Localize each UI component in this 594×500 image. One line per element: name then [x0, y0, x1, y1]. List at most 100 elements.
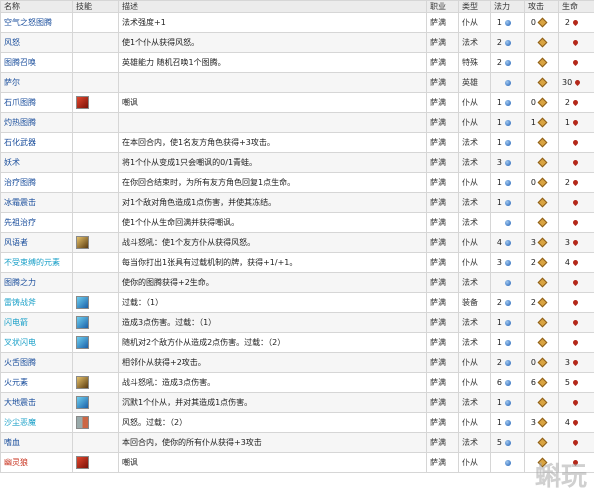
watermark: 蝌玩	[534, 461, 587, 492]
skill-icon	[76, 316, 89, 329]
card-name-link[interactable]: 萨尔	[0, 72, 73, 93]
card-class: 萨满	[426, 112, 459, 133]
card-name-link[interactable]: 先祖治疗	[0, 212, 73, 233]
table-row[interactable]: 空气之怒图腾 法术强度+1 萨满 仆从 1 0 2	[0, 12, 594, 33]
mana-cell: 1	[490, 192, 525, 213]
mana-value: 1	[496, 98, 502, 107]
table-row[interactable]: 石化武器 在本回合内，使1名友方角色获得+3攻击。 萨满 法术 1	[0, 132, 594, 153]
card-name-link[interactable]: 风语者	[0, 232, 73, 253]
card-name-link[interactable]: 闪电箭	[0, 312, 73, 333]
mana-crystal-icon	[505, 199, 511, 206]
health-drop-icon	[571, 318, 580, 327]
card-description	[118, 112, 427, 133]
hp-cell	[558, 152, 594, 173]
table-row[interactable]: 冰霜震击 对1个敌对角色造成1点伤害，并使其冻结。 萨满 法术 1	[0, 192, 594, 213]
health-drop-icon	[571, 138, 580, 147]
card-type: 仆从	[458, 112, 491, 133]
mana-cell: 1	[490, 112, 525, 133]
atk-value: 2	[530, 298, 536, 307]
card-type: 仆从	[458, 452, 491, 473]
table-row[interactable]: 风语者 战斗怒吼：使1个友方仆从获得风怒。 萨满 仆从 4 3 3	[0, 232, 594, 253]
card-class: 萨满	[426, 252, 459, 273]
table-row[interactable]: 治疗图腾 在你回合结束时，为所有友方角色回复1点生命。 萨满 仆从 1 0 2	[0, 172, 594, 193]
column-header[interactable]: 法力	[490, 0, 525, 13]
table-row[interactable]: 闪电箭 造成3点伤害。过载：（1） 萨满 法术 1	[0, 312, 594, 333]
card-name-link[interactable]: 沙尘恶魔	[0, 412, 73, 433]
table-row[interactable]: 火元素 战斗怒吼：造成3点伤害。 萨满 仆从 6 6 5	[0, 372, 594, 393]
health-drop-icon	[571, 198, 580, 207]
mana-cell: 1	[490, 312, 525, 333]
attack-icon	[537, 97, 548, 108]
column-header[interactable]: 生命	[558, 0, 594, 13]
table-row[interactable]: 妖术 将1个仆从变成1只会嘲讽的0/1青蛙。 萨满 法术 3	[0, 152, 594, 173]
column-header[interactable]: 名称	[0, 0, 73, 13]
mana-cell	[490, 72, 525, 93]
card-name-link[interactable]: 妖术	[0, 152, 73, 173]
health-drop-icon	[571, 118, 580, 127]
table-row[interactable]: 叉状闪电 随机对2个敌方仆从造成2点伤害。过载：（2） 萨满 法术 1	[0, 332, 594, 353]
table-row[interactable]: 火舌图腾 相邻仆从获得+2攻击。 萨满 仆从 2 0 3	[0, 352, 594, 373]
card-name-link[interactable]: 不受束缚的元素	[0, 252, 73, 273]
table-row[interactable]: 雷铸战斧 过载：（1） 萨满 装备 2 2	[0, 292, 594, 313]
card-name-link[interactable]: 嗜血	[0, 432, 73, 453]
card-description: 风怒。过载：（2）	[118, 412, 427, 433]
card-name-link[interactable]: 雷铸战斧	[0, 292, 73, 313]
mana-cell: 1	[490, 12, 525, 33]
card-description: 造成3点伤害。过载：（1）	[118, 312, 427, 333]
health-drop-icon	[571, 438, 580, 447]
table-row[interactable]: 灼热图腾 萨满 仆从 1 1 1	[0, 112, 594, 133]
card-name-link[interactable]: 大地震击	[0, 392, 73, 413]
card-description: 在本回合内，使1名友方角色获得+3攻击。	[118, 132, 427, 153]
table-row[interactable]: 石爪图腾 嘲讽 萨满 仆从 1 0 2	[0, 92, 594, 113]
card-name-link[interactable]: 治疗图腾	[0, 172, 73, 193]
card-name-link[interactable]: 幽灵狼	[0, 452, 73, 473]
card-name-link[interactable]: 火舌图腾	[0, 352, 73, 373]
column-header[interactable]: 技能	[72, 0, 119, 13]
table-row[interactable]: 嗜血 本回合内，使你的所有仆从获得+3攻击 萨满 法术 5	[0, 432, 594, 453]
card-name-link[interactable]: 火元素	[0, 372, 73, 393]
table-row[interactable]: 不受束缚的元素 每当你打出1张具有过载机制的牌，获得+1/+1。 萨满 仆从 3 2 4	[0, 252, 594, 273]
table-row[interactable]: 沙尘恶魔 风怒。过载：（2） 萨满 仆从 1 3 4	[0, 412, 594, 433]
attack-icon	[537, 177, 548, 188]
hp-cell	[558, 272, 594, 293]
table-row[interactable]: 大地震击 沉默1个仆从，并对其造成1点伤害。 萨满 法术 1	[0, 392, 594, 413]
column-header[interactable]: 职业	[426, 0, 459, 13]
card-name-link[interactable]: 石爪图腾	[0, 92, 73, 113]
column-header[interactable]: 类型	[458, 0, 491, 13]
skill-cell	[72, 232, 119, 253]
card-name-link[interactable]: 灼热图腾	[0, 112, 73, 133]
table-row[interactable]: 幽灵狼 嘲讽 萨满 仆从	[0, 452, 594, 473]
health-drop-icon	[571, 218, 580, 227]
card-type: 法术	[458, 332, 491, 353]
card-name-link[interactable]: 空气之怒图腾	[0, 12, 73, 33]
card-type: 法术	[458, 192, 491, 213]
card-name-link[interactable]: 叉状闪电	[0, 332, 73, 353]
card-name-link[interactable]: 图腾召唤	[0, 52, 73, 73]
column-header[interactable]: 描述	[118, 0, 427, 13]
table-row[interactable]: 风怒 使1个仆从获得风怒。 萨满 法术 2	[0, 32, 594, 53]
column-header[interactable]: 攻击	[524, 0, 559, 13]
card-name-link[interactable]: 风怒	[0, 32, 73, 53]
attack-icon	[537, 157, 548, 168]
card-type: 法术	[458, 132, 491, 153]
table-row[interactable]: 萨尔 萨满 英雄 30	[0, 72, 594, 93]
mana-crystal-icon	[505, 339, 511, 346]
atk-cell	[524, 152, 559, 173]
card-name-link[interactable]: 石化武器	[0, 132, 73, 153]
skill-cell	[72, 292, 119, 313]
card-name-link[interactable]: 冰霜震击	[0, 192, 73, 213]
health-drop-icon	[571, 418, 580, 427]
skill-cell	[72, 252, 119, 273]
table-row[interactable]: 图腾召唤 英雄能力 随机召唤1个图腾。 萨满 特殊 2	[0, 52, 594, 73]
card-name-link[interactable]: 图腾之力	[0, 272, 73, 293]
table-row[interactable]: 先祖治疗 使1个仆从生命回满并获得嘲讽。 萨满 法术	[0, 212, 594, 233]
atk-cell: 2	[524, 292, 559, 313]
skill-cell	[72, 432, 119, 453]
atk-value: 6	[530, 378, 536, 387]
mana-value: 5	[496, 438, 502, 447]
skill-cell	[72, 212, 119, 233]
attack-icon	[537, 57, 548, 68]
skill-icon	[76, 396, 89, 409]
mana-value: 1	[496, 138, 502, 147]
table-row[interactable]: 图腾之力 使你的图腾获得+2生命。 萨满 法术	[0, 272, 594, 293]
